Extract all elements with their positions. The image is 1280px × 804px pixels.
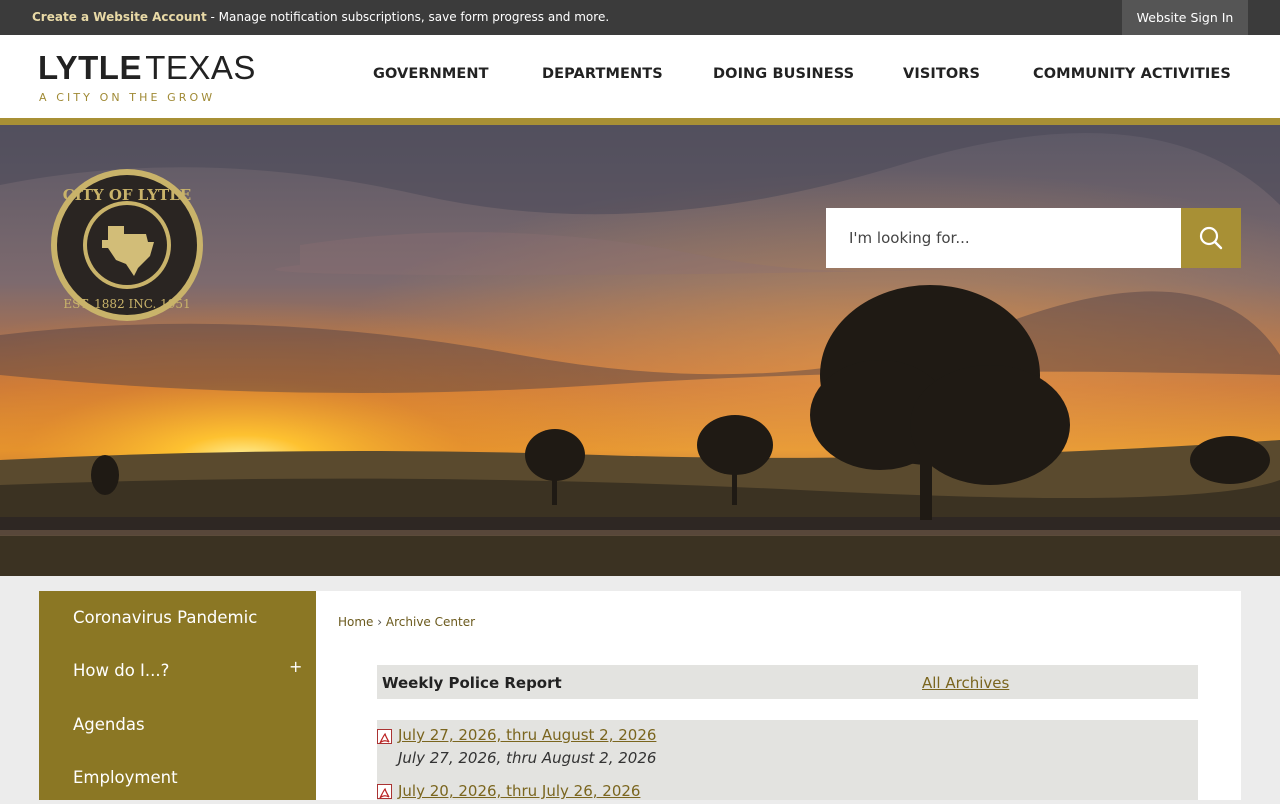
city-seal: CITY OF LYTLE EST. 1882 INC. 1951 [51, 169, 203, 321]
nav-government[interactable]: GOVERNMENT [373, 66, 489, 86]
site-search [826, 208, 1241, 268]
archive-item-link[interactable]: July 27, 2026, thru August 2, 2026 [398, 726, 656, 744]
nav-visitors[interactable]: VISITORS [903, 66, 980, 86]
archive-item-description: July 27, 2026, thru August 2, 2026 [398, 749, 657, 767]
sidebar-item-agendas[interactable]: Agendas [73, 715, 145, 734]
archive-item-link[interactable]: July 20, 2026, thru July 26, 2026 [398, 782, 640, 800]
sidebar-nav: Coronavirus Pandemic How do I...? + Agen… [39, 591, 316, 800]
breadcrumb: Home › Archive Center [338, 615, 475, 629]
main-content: Home › Archive Center Weekly Police Repo… [316, 591, 1241, 800]
nav-community-activities[interactable]: COMMUNITY ACTIVITIES [1033, 66, 1231, 86]
seal-top-text: CITY OF LYTLE [63, 186, 191, 204]
sidebar-item-coronavirus[interactable]: Coronavirus Pandemic [73, 608, 257, 627]
pdf-icon [377, 729, 392, 744]
archive-title: Weekly Police Report [382, 674, 562, 692]
create-account-link[interactable]: Create a Website Account [32, 10, 207, 24]
logo-name-bold: LYTLE [38, 49, 142, 86]
sidebar-item-employment[interactable]: Employment [73, 768, 178, 787]
breadcrumb-home[interactable]: Home [338, 615, 373, 629]
nav-departments[interactable]: DEPARTMENTS [542, 66, 663, 86]
pdf-icon [377, 784, 392, 799]
breadcrumb-current[interactable]: Archive Center [386, 615, 475, 629]
search-input[interactable] [826, 208, 1181, 268]
top-notification-bar: Create a Website Account - Manage notifi… [0, 0, 1280, 35]
site-header: LYTLE TEXAS A CITY ON THE GROW GOVERNMEN… [0, 35, 1280, 118]
site-logo[interactable]: LYTLE TEXAS [38, 49, 256, 87]
search-icon [1199, 226, 1223, 250]
logo-tagline: A CITY ON THE GROW [39, 91, 216, 104]
account-promo: Create a Website Account - Manage notifi… [32, 10, 609, 24]
header-accent-line [0, 118, 1280, 125]
nav-doing-business[interactable]: DOING BUSINESS [713, 66, 854, 86]
seal-bottom-text: EST. 1882 INC. 1951 [63, 297, 190, 311]
account-promo-text: - Manage notification subscriptions, sav… [206, 10, 610, 24]
hero-banner: CITY OF LYTLE EST. 1882 INC. 1951 [0, 125, 1280, 576]
archive-list: July 27, 2026, thru August 2, 2026 July … [377, 720, 1198, 800]
archive-header: Weekly Police Report All Archives [377, 665, 1198, 699]
breadcrumb-separator: › [377, 615, 383, 629]
website-sign-in-button[interactable]: Website Sign In [1122, 0, 1248, 35]
all-archives-link[interactable]: All Archives [922, 674, 1009, 692]
search-button[interactable] [1181, 208, 1241, 268]
logo-name-light: TEXAS [145, 49, 256, 86]
sidebar-item-how-do-i[interactable]: How do I...? [73, 661, 169, 680]
expand-plus-icon[interactable]: + [289, 657, 302, 676]
